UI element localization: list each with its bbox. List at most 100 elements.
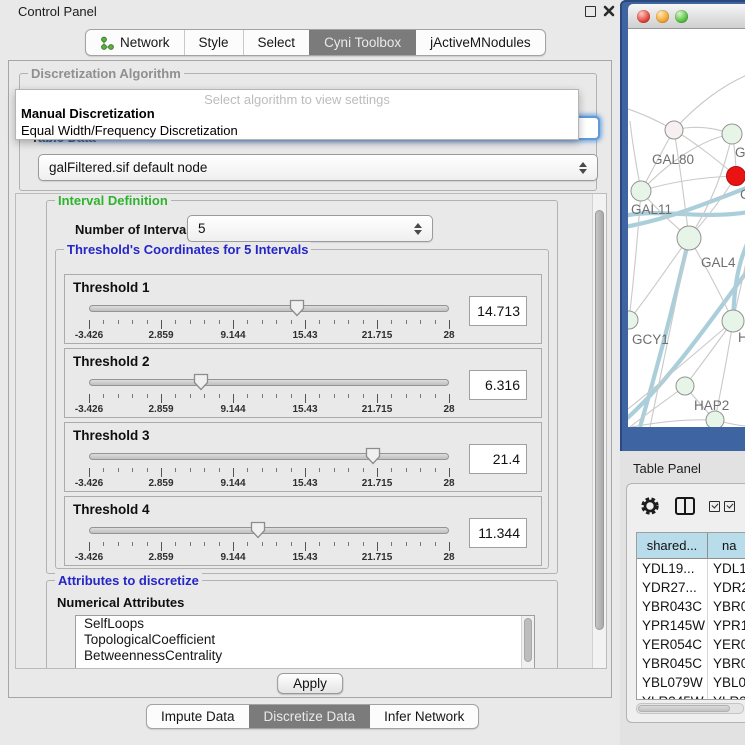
algorithm-option-equal-width[interactable]: Equal Width/Frequency Discretization [21,123,238,138]
table-row[interactable]: YDR27...YDR2 [637,578,745,597]
cell-name: YDR2 [708,578,745,597]
column-header-name[interactable]: na [708,533,745,558]
table-data-select[interactable]: galFiltered.sif default node [38,154,598,181]
tab-select[interactable]: Select [243,30,310,55]
tab-label: jActiveMNodules [430,35,531,50]
gear-icon[interactable] [639,495,661,522]
node-label: HAP2 [694,398,729,413]
minimize-traffic-light-icon[interactable] [656,10,669,23]
attribute-list-item[interactable]: BetweennessCentrality [76,648,534,664]
tab-style[interactable]: Style [184,30,243,55]
tab-jactivemnodules[interactable]: jActiveMNodules [415,30,545,55]
zoom-traffic-light-icon[interactable] [675,10,688,23]
list-scrollbar[interactable] [521,616,534,669]
slider-thumb[interactable] [365,447,381,465]
threshold-value-input[interactable] [469,518,527,548]
settings-scrollbar[interactable] [592,194,606,668]
column-header-shared-name[interactable]: shared... [637,533,708,558]
network-node-GAL80[interactable] [665,121,683,139]
float-window-icon[interactable] [585,6,596,17]
tab-infer-network[interactable]: Infer Network [369,705,478,728]
threshold-panel: Threshold 4-3.4262.8599.14415.4321.71528 [64,496,542,566]
algorithm-dropdown-popup: Select algorithm to view settings Manual… [15,89,579,140]
network-view-window: GAL80GACGAL11GAL4GCY1HHAP2 [620,0,745,451]
slider-thumb[interactable] [193,373,209,391]
network-node-GAL4[interactable] [677,226,701,250]
tab-discretize-data[interactable]: Discretize Data [249,705,370,728]
tab-label: Network [120,35,170,50]
close-icon[interactable] [602,4,616,18]
slider-thumb[interactable] [250,521,266,539]
apply-button[interactable]: Apply [277,673,343,694]
table-data-group: Table Data galFiltered.sif default node [19,137,597,191]
numerical-attributes-list[interactable]: SelfLoopsTopologicalCoefficientBetweenne… [75,615,535,669]
tab-label: Cyni Toolbox [324,35,401,50]
table-panel-title: Table Panel [633,461,701,476]
tab-label: Infer Network [384,709,464,724]
table-row[interactable]: YPR145WYPR1 [637,616,745,635]
cell-name: YLR3 [708,692,745,700]
network-node-H[interactable] [722,310,744,332]
attribute-list-item[interactable]: SelfLoops [76,616,534,632]
algorithm-option-manual[interactable]: Manual Discretization [21,106,155,121]
slider-ticks [89,394,450,404]
group-title: Discretization Algorithm [28,66,184,81]
network-canvas[interactable]: GAL80GACGAL11GAL4GCY1HHAP2 [628,29,745,427]
network-node-GAL11[interactable] [631,181,651,201]
network-edge [641,176,736,191]
slider-track[interactable] [89,527,449,534]
settings-scroll-pane: Interval Definition Number of Intervals … [15,193,607,669]
network-edge [685,321,733,386]
node-label: GAL4 [701,255,736,270]
slider-track[interactable] [89,379,449,386]
network-node-HAP2[interactable] [676,377,694,395]
cell-name: YBR0 [708,597,745,616]
number-of-intervals-select[interactable]: 5 [187,215,433,242]
network-node-unnamed[interactable] [706,411,724,427]
tab-cyni-toolbox[interactable]: Cyni Toolbox [309,30,415,55]
tab-label: Discretize Data [264,709,356,724]
number-of-intervals-label: Number of Intervals [75,222,197,237]
interval-definition-group: Interval Definition Number of Intervals … [46,200,558,574]
table-row[interactable]: YER054CYER0 [637,635,745,654]
network-edge [689,238,733,321]
column-layout-icon[interactable] [675,497,695,515]
tab-network[interactable]: Network [86,30,184,55]
node-label: GAL80 [652,152,694,167]
table-row[interactable]: YBR043CYBR0 [637,597,745,616]
slider-track[interactable] [89,453,449,460]
node-label: GCY1 [632,332,669,347]
tab-label: Impute Data [161,709,235,724]
table-row[interactable]: YDL19...YDL1 [637,559,745,578]
group-title: Attributes to discretize [55,573,202,588]
node-label: H [738,330,745,345]
threshold-value-input[interactable] [469,444,527,474]
table-row[interactable]: YBL079WYBL0 [637,673,745,692]
threshold-label: Threshold 2 [73,354,150,369]
network-window-titlebar [628,4,745,29]
tab-impute-data[interactable]: Impute Data [147,705,249,728]
checkbox-icon[interactable] [724,501,735,512]
thresholds-group: Threshold's Coordinates for 5 Intervals … [55,249,549,569]
attribute-list-item[interactable]: TopologicalCoefficient [76,632,534,648]
table-row[interactable]: YBR045CYBR0 [637,654,745,673]
threshold-value-input[interactable] [469,296,527,326]
slider-track[interactable] [89,305,449,312]
cyni-toolbox-panel: Discretization Algorithm Select algorith… [8,60,612,698]
table-horizontal-scrollbar[interactable] [636,703,744,714]
slider-tick-labels: -3.4262.8599.14415.4321.71528 [89,478,450,490]
cell-shared-name: YDL19... [637,559,708,578]
slider-ticks [89,468,450,478]
checkbox-icon[interactable] [709,501,720,512]
network-node-GA[interactable] [722,124,742,144]
threshold-label: Threshold 4 [73,502,150,517]
network-node-red-node[interactable] [727,167,745,186]
close-traffic-light-icon[interactable] [637,10,650,23]
cell-shared-name: YLR345W [637,692,708,700]
slider-thumb[interactable] [289,299,305,317]
network-node-GCY1[interactable] [628,311,638,329]
panel-title: Control Panel [18,4,97,19]
right-column: GAL80GACGAL11GAL4GCY1HHAP2 Table Panel s… [620,0,745,745]
threshold-value-input[interactable] [469,370,527,400]
table-row[interactable]: YLR345WYLR3 [637,692,745,700]
